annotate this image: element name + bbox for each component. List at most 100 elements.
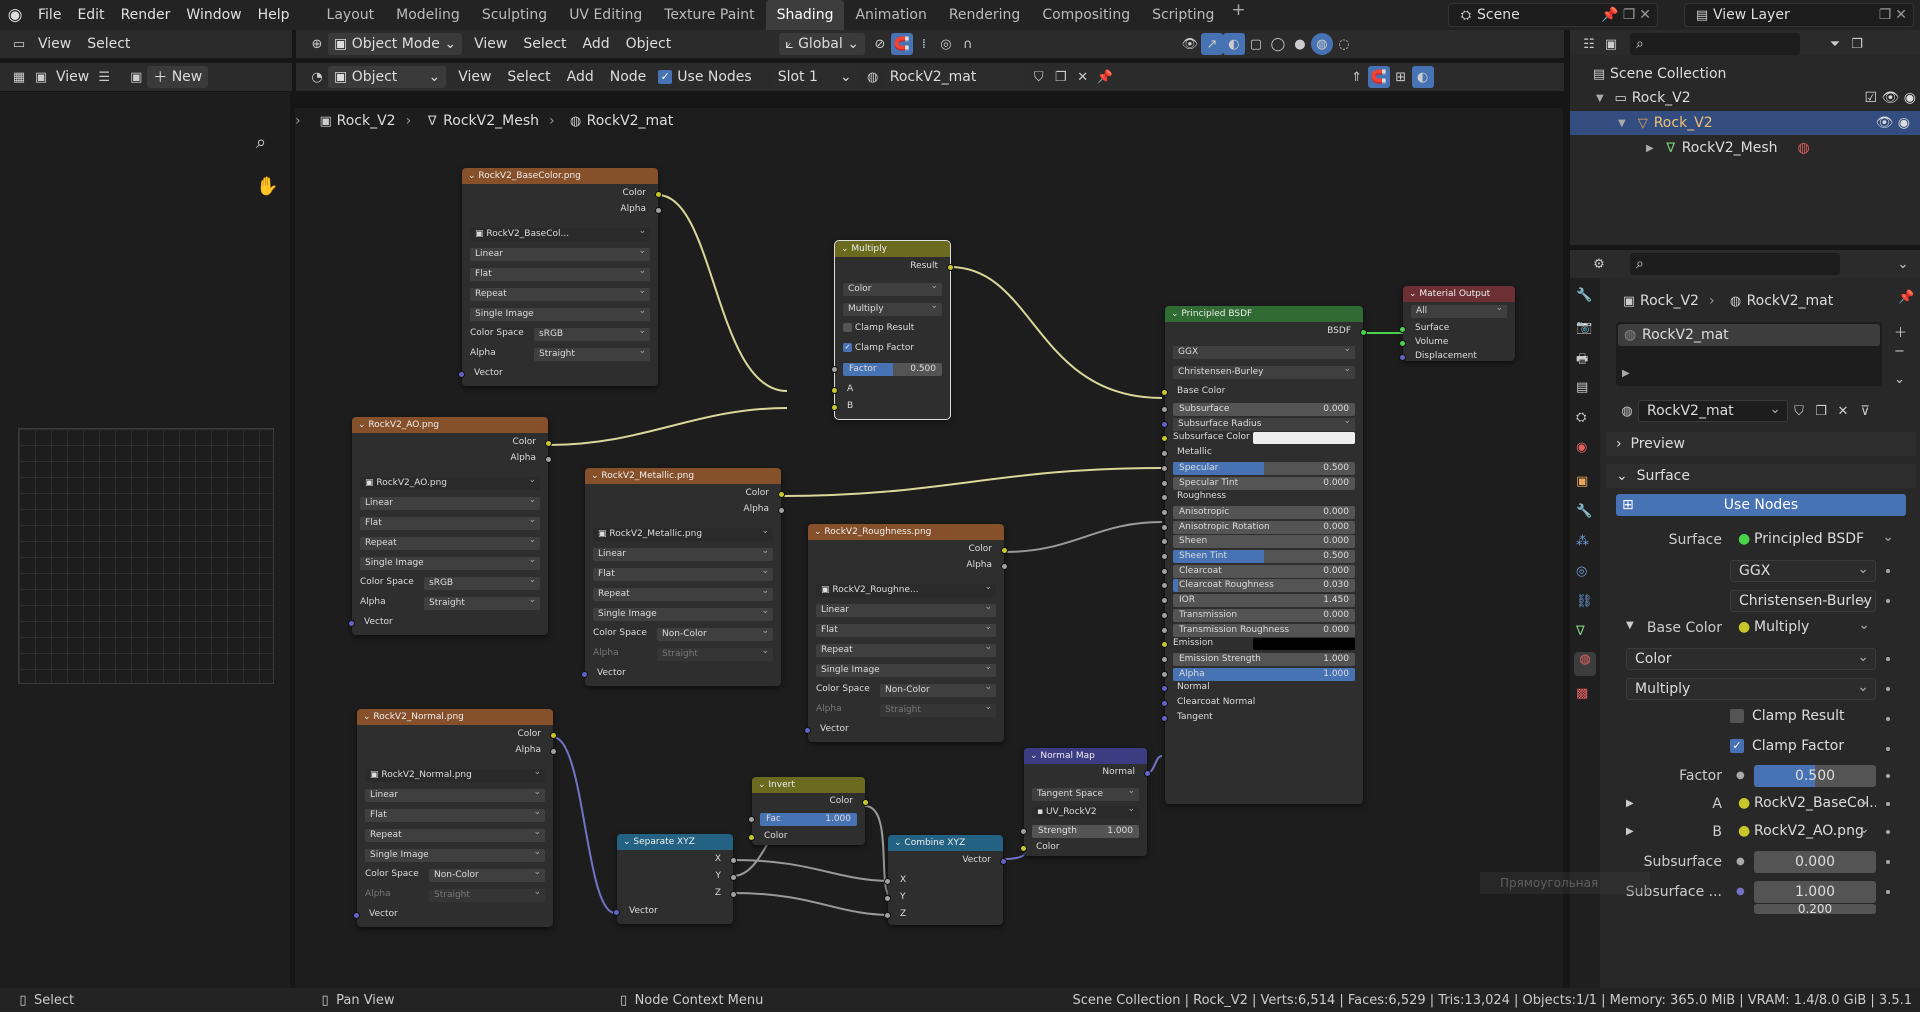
color-space-dropdown[interactable]: Non-Color bbox=[429, 869, 545, 882]
bsdf-input-metallic[interactable]: Metallic bbox=[1161, 447, 1363, 461]
socket-vector[interactable] bbox=[581, 671, 588, 678]
overlay-icon[interactable]: ◐ bbox=[1411, 66, 1434, 88]
input-field[interactable]: Emission bbox=[1173, 638, 1355, 651]
proportional-edit-icon[interactable]: ◎ bbox=[935, 33, 957, 55]
socket[interactable] bbox=[1161, 611, 1168, 619]
expand-icon[interactable]: ▶ bbox=[1646, 143, 1654, 154]
bsdf-input-anisotropic[interactable]: Anisotropic 0.000 bbox=[1161, 505, 1363, 520]
target-dropdown[interactable]: All bbox=[1411, 305, 1507, 318]
snap-icon[interactable]: 🧲 bbox=[890, 33, 913, 55]
tab-uv-editing[interactable]: UV Editing bbox=[558, 0, 653, 30]
socket-vector[interactable] bbox=[353, 912, 360, 919]
socket-color-in[interactable] bbox=[748, 834, 755, 841]
menu-edit[interactable]: Edit bbox=[69, 0, 112, 30]
alpha-dropdown[interactable]: Straight bbox=[424, 597, 540, 610]
menu-view[interactable]: View bbox=[450, 69, 499, 85]
socket[interactable] bbox=[1161, 494, 1168, 502]
snap-icon[interactable]: 🧲 bbox=[1367, 66, 1390, 88]
socket[interactable] bbox=[1161, 685, 1168, 693]
snap-increment-icon[interactable]: ⊞ bbox=[1390, 66, 1412, 88]
socket-color[interactable] bbox=[1020, 845, 1027, 852]
bsdf-input-sheen[interactable]: Sheen 0.000 bbox=[1161, 535, 1363, 549]
socket-alpha[interactable] bbox=[1001, 563, 1008, 570]
subsurface-radius-field-2[interactable]: 0.200 bbox=[1754, 904, 1876, 914]
material-shading-icon[interactable]: ◍ bbox=[1310, 33, 1333, 55]
socket-strength[interactable] bbox=[1020, 828, 1027, 835]
socket-alpha[interactable] bbox=[778, 507, 785, 514]
material-name-field[interactable]: RockV2_mat bbox=[883, 66, 1024, 88]
world-tab-icon[interactable]: ◉ bbox=[1576, 440, 1587, 455]
image-selector[interactable]: ▣ RockV2_Roughne... bbox=[816, 584, 996, 597]
socket-alpha[interactable] bbox=[655, 207, 662, 214]
node-normal-image[interactable]: ⌄ RockV2_Normal.png Color Alpha ▣ RockV2… bbox=[353, 709, 557, 927]
image-selector[interactable]: ▣ RockV2_BaseCol... bbox=[470, 228, 650, 241]
expand-icon[interactable]: ▶ bbox=[1622, 368, 1630, 379]
zoom-icon[interactable]: ⌕ bbox=[256, 132, 280, 156]
image-icon[interactable]: ▣ bbox=[30, 66, 52, 88]
close-icon[interactable]: ✕ bbox=[1639, 7, 1651, 23]
distribution-dropdown[interactable]: GGX bbox=[1173, 346, 1355, 359]
socket-color[interactable] bbox=[545, 440, 552, 447]
source-dropdown[interactable]: Single Image bbox=[470, 308, 650, 321]
node-multiply[interactable]: ⌄ Multiply Result Color Multiply Clamp R… bbox=[831, 240, 954, 420]
texture-tab-icon[interactable]: ▩ bbox=[1576, 686, 1588, 701]
bsdf-input-clearcoat-roughness[interactable]: Clearcoat Roughness 0.030 bbox=[1161, 579, 1363, 593]
editor-type-icon[interactable]: ⊕ bbox=[306, 33, 328, 55]
socket-factor[interactable] bbox=[831, 366, 838, 373]
modifier-tab-icon[interactable]: 🔧 bbox=[1576, 504, 1592, 519]
input-field[interactable]: Clearcoat 0.000 bbox=[1173, 564, 1355, 578]
fake-user-icon[interactable]: ⛉ bbox=[1788, 400, 1810, 422]
tab-animation[interactable]: Animation bbox=[844, 0, 937, 30]
socket-color[interactable] bbox=[550, 732, 557, 739]
input-field[interactable]: IOR 1.450 bbox=[1173, 594, 1355, 608]
projection-dropdown[interactable]: Flat bbox=[593, 568, 773, 581]
socket-color[interactable] bbox=[778, 491, 785, 498]
socket[interactable] bbox=[1161, 464, 1168, 472]
color-space-dropdown[interactable]: Non-Color bbox=[657, 628, 773, 641]
exclude-checkbox-icon[interactable]: ☑ 👁 ◉ bbox=[1865, 90, 1916, 106]
interpolation-dropdown[interactable]: Linear bbox=[360, 497, 540, 510]
tab-rendering[interactable]: Rendering bbox=[938, 0, 1032, 30]
render-tab-icon[interactable]: 📷 bbox=[1576, 320, 1592, 335]
pin-icon[interactable]: 📌 bbox=[1601, 7, 1618, 23]
uv-map-field[interactable]: ▪ UV_RockV2 bbox=[1032, 806, 1139, 819]
chevron-down-icon[interactable]: ⌄ bbox=[1892, 253, 1914, 275]
extension-dropdown[interactable]: Repeat bbox=[360, 537, 540, 550]
bsdf-input-specular-tint[interactable]: Specular Tint 0.000 bbox=[1161, 476, 1363, 491]
copy-scene-icon[interactable]: ❐ bbox=[1623, 7, 1636, 23]
properties-search-input[interactable]: ⌕ bbox=[1630, 253, 1840, 275]
rendered-shading-icon[interactable]: ◌ bbox=[1333, 33, 1355, 55]
scene-tab-icon[interactable]: ⛭ bbox=[1576, 410, 1586, 425]
fake-user-icon[interactable]: ⛉ bbox=[1028, 66, 1050, 88]
node-metallic[interactable]: ⌄ RockV2_Metallic.png Color Alpha ▣ Rock… bbox=[581, 468, 785, 686]
visibility-icon[interactable]: 👁 ◉ bbox=[1876, 115, 1910, 131]
menu-add[interactable]: Add bbox=[559, 69, 602, 85]
editor-type-icon[interactable]: ⚙ bbox=[1588, 253, 1610, 275]
socket-fac[interactable] bbox=[748, 816, 755, 823]
interpolation-dropdown[interactable]: Linear bbox=[365, 789, 545, 802]
image-selector[interactable]: ▣ RockV2_Metallic.png bbox=[593, 528, 773, 541]
socket[interactable] bbox=[1161, 670, 1168, 678]
extension-dropdown[interactable]: Repeat bbox=[365, 829, 545, 842]
socket-alpha[interactable] bbox=[550, 748, 557, 755]
input-field[interactable]: Specular 0.500 bbox=[1173, 461, 1355, 475]
data-type-dropdown[interactable]: Color bbox=[843, 283, 942, 296]
node-tree-icon[interactable]: ⊽ bbox=[1854, 400, 1876, 422]
node-editor-canvas[interactable]: › ▣ Rock_V2 › ∇ RockV2_Mesh › ◍ RockV2_m… bbox=[295, 108, 1563, 988]
distribution-dropdown[interactable]: GGX bbox=[1730, 559, 1876, 582]
subsurface-radius-field[interactable]: 1.000 bbox=[1754, 881, 1876, 903]
remove-slot-icon[interactable]: − bbox=[1894, 344, 1905, 359]
outliner-search-input[interactable]: ⌕ bbox=[1630, 33, 1800, 55]
tab-layout[interactable]: Layout bbox=[316, 0, 386, 30]
bsdf-input-subsurface[interactable]: Subsurface 0.000 bbox=[1161, 403, 1363, 417]
blend-mode-dropdown[interactable]: Multiply bbox=[843, 303, 942, 316]
surface-shader-field[interactable]: ● Principled BSDF bbox=[1730, 527, 1900, 551]
input-field[interactable]: Specular Tint 0.000 bbox=[1173, 476, 1355, 490]
node-invert[interactable]: ⌄ Invert Color Fac 1.000 Color bbox=[748, 777, 869, 845]
socket-vector[interactable] bbox=[613, 909, 620, 916]
menu-window[interactable]: Window bbox=[178, 0, 249, 30]
new-collection-icon[interactable]: ❐ bbox=[1846, 33, 1868, 55]
socket-vector-out[interactable] bbox=[1000, 858, 1007, 865]
node-principled-bsdf[interactable]: ⌄ Principled BSDF BSDF GGX Christensen-B… bbox=[1161, 306, 1367, 804]
parent-node-icon[interactable]: ⇑ bbox=[1346, 66, 1368, 88]
